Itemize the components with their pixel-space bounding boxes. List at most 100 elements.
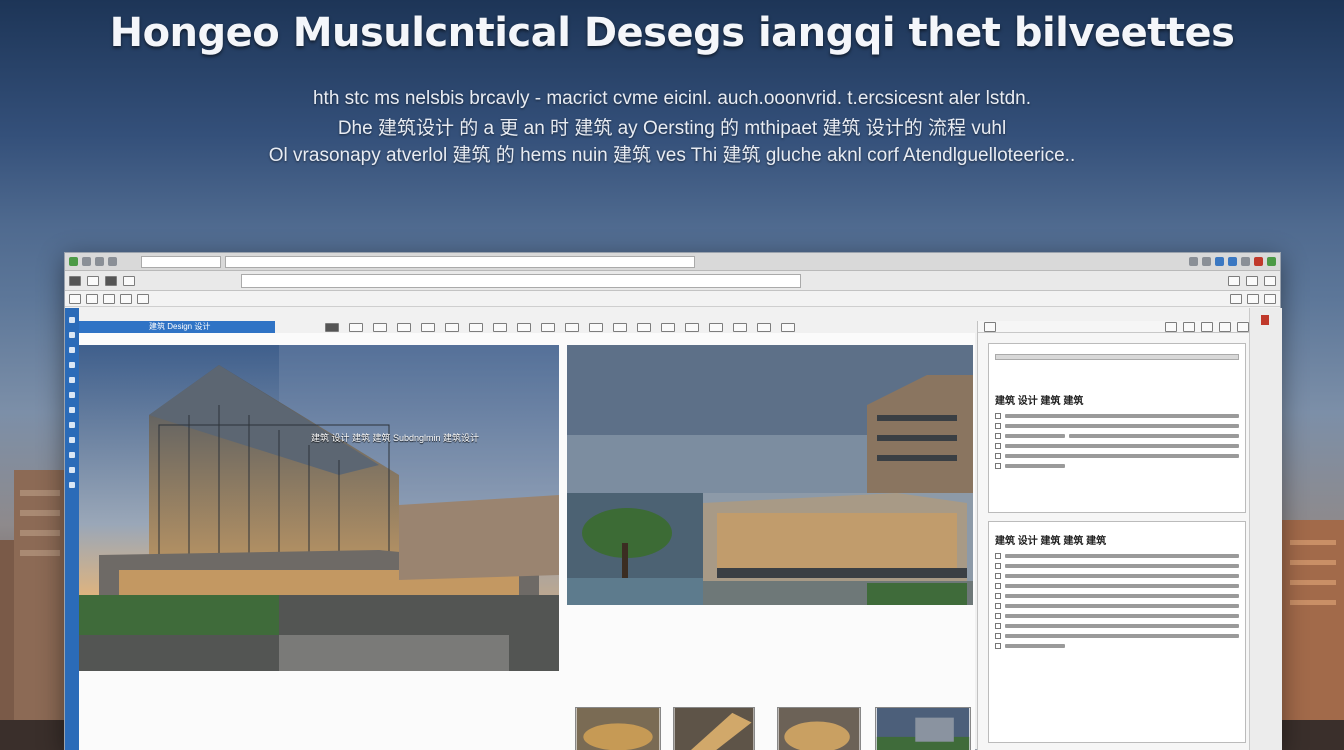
toolbar-tool-icon[interactable] [349, 322, 363, 332]
menu-search-input[interactable] [241, 273, 801, 288]
checkbox-icon[interactable] [995, 613, 1001, 619]
toolbar-tool-icon[interactable] [105, 275, 117, 286]
thumbnail-2[interactable] [673, 707, 755, 750]
toolbar-tool-icon[interactable] [397, 322, 411, 332]
property-row[interactable] [989, 631, 1245, 641]
property-row[interactable] [989, 591, 1245, 601]
toolbar-tool-icon[interactable] [1183, 321, 1195, 332]
palette-tool-icon[interactable] [69, 467, 75, 473]
window-control-icon[interactable] [1215, 257, 1224, 266]
courtyard-rendering[interactable] [567, 493, 973, 605]
toolbar-tool-icon[interactable] [685, 322, 699, 332]
property-row[interactable] [989, 641, 1245, 651]
window-control-icon[interactable] [1254, 257, 1263, 266]
property-row[interactable] [989, 441, 1245, 451]
toolbar-tool-icon[interactable] [984, 321, 996, 332]
toolbar-tool-icon[interactable] [1219, 321, 1231, 332]
toolbar-tool-icon[interactable] [123, 275, 135, 286]
panel-tab-marker[interactable] [1261, 315, 1269, 325]
property-row[interactable] [989, 461, 1245, 471]
property-slider[interactable] [995, 354, 1239, 360]
property-row[interactable] [989, 411, 1245, 421]
toolbar-tool-icon[interactable] [517, 322, 531, 332]
window-control-icon[interactable] [95, 257, 104, 266]
toolbar-tool-icon[interactable] [103, 293, 115, 304]
property-row[interactable] [989, 431, 1245, 441]
design-canvas[interactable]: 建筑 设计 建筑 建筑 Subdnglmin 建筑设计 [79, 333, 975, 750]
checkbox-icon[interactable] [995, 463, 1001, 469]
palette-tool-icon[interactable] [69, 332, 75, 338]
window-control-icon[interactable] [108, 257, 117, 266]
window-control-icon[interactable] [1267, 257, 1276, 266]
toolbar-tool-icon[interactable] [709, 322, 723, 332]
facade-rendering[interactable] [567, 345, 973, 493]
address-field[interactable] [141, 255, 221, 268]
thumbnail-4[interactable] [875, 707, 971, 750]
toolbar-tool-icon[interactable] [589, 322, 603, 332]
window-control-icon[interactable] [1202, 257, 1211, 266]
toolbar-tool-icon[interactable] [325, 322, 339, 332]
toolbar-tool-icon[interactable] [87, 275, 99, 286]
checkbox-icon[interactable] [995, 643, 1001, 649]
toolbar-tool-icon[interactable] [1264, 293, 1276, 304]
toolbar-tool-icon[interactable] [733, 322, 747, 332]
toolbar-tool-icon[interactable] [1201, 321, 1213, 332]
toolbar-tool-icon[interactable] [781, 322, 795, 332]
checkbox-icon[interactable] [995, 453, 1001, 459]
checkbox-icon[interactable] [995, 603, 1001, 609]
checkbox-icon[interactable] [995, 583, 1001, 589]
palette-tool-icon[interactable] [69, 317, 75, 323]
document-tab[interactable]: 建筑 Design 设计 [79, 321, 275, 333]
toolbar-tool-icon[interactable] [120, 293, 132, 304]
property-row[interactable] [989, 561, 1245, 571]
toolbar-tool-icon[interactable] [1228, 275, 1240, 286]
toolbar-tool-icon[interactable] [86, 293, 98, 304]
toolbar-tool-icon[interactable] [1247, 293, 1259, 304]
palette-tool-icon[interactable] [69, 377, 75, 383]
checkbox-icon[interactable] [995, 593, 1001, 599]
property-row[interactable] [989, 451, 1245, 461]
toolbar-tool-icon[interactable] [1237, 321, 1249, 332]
palette-tool-icon[interactable] [69, 422, 75, 428]
property-row[interactable] [989, 601, 1245, 611]
property-row[interactable] [989, 611, 1245, 621]
toolbar-tool-icon[interactable] [757, 322, 771, 332]
toolbar-tool-icon[interactable] [373, 322, 387, 332]
main-building-rendering[interactable] [79, 345, 559, 671]
toolbar-tool-icon[interactable] [541, 322, 555, 332]
toolbar-tool-icon[interactable] [1264, 275, 1276, 286]
checkbox-icon[interactable] [995, 423, 1001, 429]
palette-tool-icon[interactable] [69, 437, 75, 443]
toolbar-tool-icon[interactable] [69, 293, 81, 304]
property-row[interactable] [989, 581, 1245, 591]
toolbar-tool-icon[interactable] [69, 275, 81, 286]
thumbnail-3[interactable] [777, 707, 861, 750]
palette-tool-icon[interactable] [69, 482, 75, 488]
checkbox-icon[interactable] [995, 433, 1001, 439]
checkbox-icon[interactable] [995, 553, 1001, 559]
checkbox-icon[interactable] [995, 573, 1001, 579]
property-row[interactable] [989, 551, 1245, 561]
toolbar-tool-icon[interactable] [613, 322, 627, 332]
toolbar-tool-icon[interactable] [493, 322, 507, 332]
toolbar-tool-icon[interactable] [421, 322, 435, 332]
palette-tool-icon[interactable] [69, 392, 75, 398]
property-row[interactable] [989, 421, 1245, 431]
toolbar-tool-icon[interactable] [1230, 293, 1242, 304]
toolbar-tool-icon[interactable] [137, 293, 149, 304]
palette-tool-icon[interactable] [69, 452, 75, 458]
thumbnail-1[interactable] [575, 707, 661, 750]
toolbar-tool-icon[interactable] [1246, 275, 1258, 286]
toolbar-tool-icon[interactable] [661, 322, 675, 332]
window-control-icon[interactable] [1241, 257, 1250, 266]
window-control-icon[interactable] [82, 257, 91, 266]
checkbox-icon[interactable] [995, 563, 1001, 569]
property-row[interactable] [989, 621, 1245, 631]
property-row[interactable] [989, 571, 1245, 581]
toolbar-tool-icon[interactable] [445, 322, 459, 332]
palette-tool-icon[interactable] [69, 407, 75, 413]
checkbox-icon[interactable] [995, 623, 1001, 629]
checkbox-icon[interactable] [995, 633, 1001, 639]
palette-tool-icon[interactable] [69, 347, 75, 353]
palette-tool-icon[interactable] [69, 362, 75, 368]
